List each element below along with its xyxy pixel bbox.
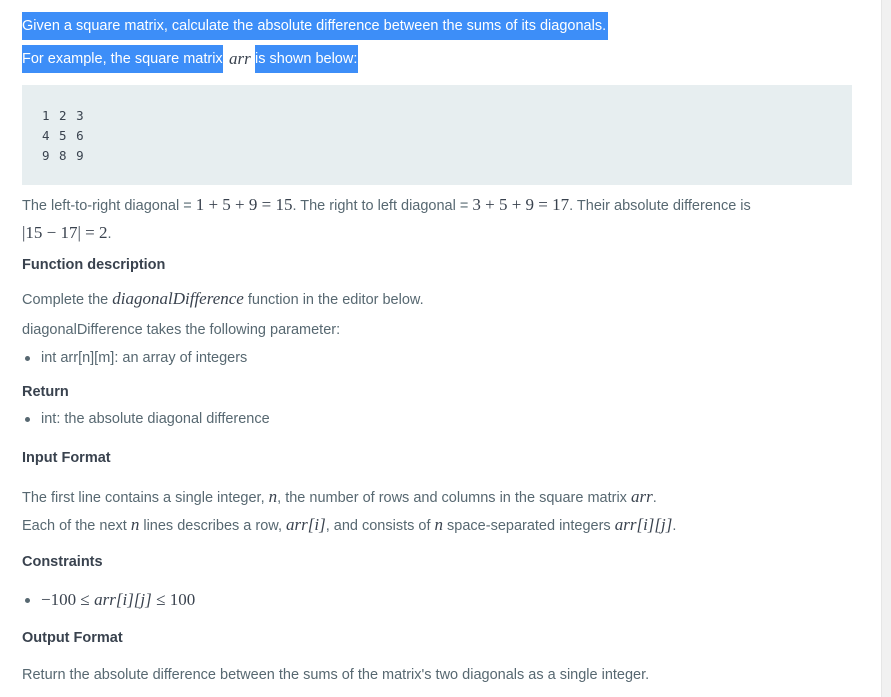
matrix-row: 4 5 6 [42,128,85,143]
constraint-item: −100 ≤ arr[i][j] ≤ 100 [41,590,195,610]
output-format-heading: Output Format [22,630,123,646]
intro-line-1: Given a square matrix, calculate the abs… [22,12,609,40]
rtl-equation: 3 + 5 + 9 = 17 [472,195,570,214]
var-n: n [434,515,444,534]
output-format-text: Return the absolute difference between t… [22,667,650,683]
rtl-label: . The right to left diagonal = [292,198,469,214]
constraint-upper: ≤ 100 [156,590,196,609]
bullet-icon [25,598,30,603]
example-text-cont: |15 − 17| = 2. [22,223,112,243]
bullet-icon [25,356,30,361]
ltr-label: The left-to-right diagonal = [22,198,192,214]
intro-line-2-suffix: is shown below: [255,45,359,73]
function-description-heading: Function description [22,257,166,273]
var-n: n [130,515,140,534]
complete-prefix: Complete the [22,292,109,308]
diff-label: . Their absolute difference is [569,198,751,214]
complete-suffix: function in the editor below. [247,292,424,308]
diff-period: . [107,226,112,242]
input-line2-mid: lines describes a row, [143,518,282,534]
var-n: n [268,487,278,506]
input-line1-prefix: The first line contains a single integer… [22,490,265,506]
example-text: The left-to-right diagonal = 1 + 5 + 9 =… [22,195,751,215]
matrix-row: 1 2 3 [42,108,85,123]
input-format-line-2: Each of the next n lines describes a row… [22,515,676,535]
input-line1-mid: , the number of rows and columns in the … [277,490,627,506]
intro-line-2-prefix: For example, the square matrix [22,45,223,73]
constraint-var: arr[i][j] [94,590,152,609]
matrix-code-block: 1 2 3 4 5 6 9 8 9 [22,85,852,185]
diff-equation: |15 − 17| = 2 [22,223,108,242]
input-format-heading: Input Format [22,450,111,466]
var-arr-i: arr[i] [286,515,326,534]
input-line2-mid3: space-separated integers [447,518,611,534]
input-line2-prefix: Each of the next [22,518,127,534]
input-line2-mid2: , and consists of [325,518,431,534]
constraint-lower: −100 ≤ [41,590,90,609]
vertical-scrollbar[interactable] [881,0,891,697]
var-arr: arr [630,487,653,506]
constraints-heading: Constraints [22,554,103,570]
ltr-equation: 1 + 5 + 9 = 15 [195,195,293,214]
problem-statement: Given a square matrix, calculate the abs… [0,0,881,697]
takes-parameter-text: diagonalDifference takes the following p… [22,322,341,338]
bullet-icon [25,417,30,422]
input-line2-period: . [672,518,677,534]
intro-line-2-var: arr [229,49,251,68]
return-heading: Return [22,384,69,400]
matrix-row: 9 8 9 [42,148,85,163]
function-name: diagonalDifference [112,289,244,308]
return-item: int: the absolute diagonal difference [41,411,270,427]
parameter-item: int arr[n][m]: an array of integers [41,350,248,366]
var-arr-i-j: arr[i][j] [614,515,673,534]
input-format-line-1: The first line contains a single integer… [22,487,657,507]
function-description-text: Complete the diagonalDifference function… [22,289,424,309]
input-line1-period: . [652,490,657,506]
